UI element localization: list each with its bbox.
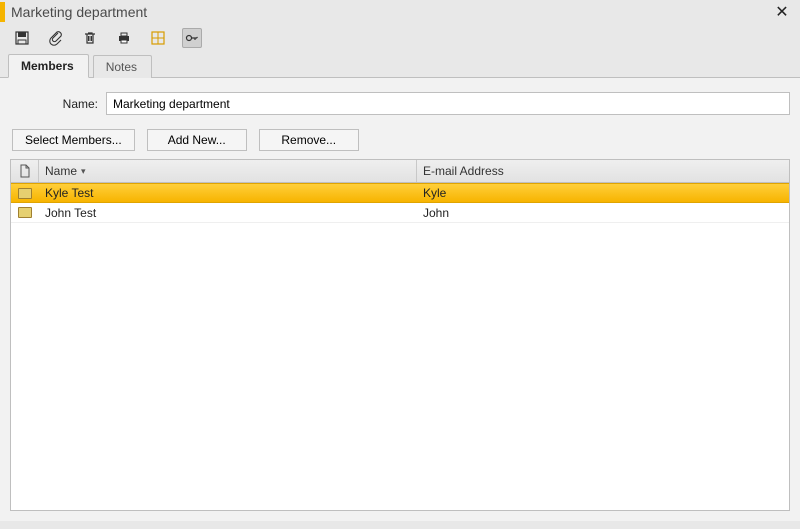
column-header-name[interactable]: Name ▾ — [39, 160, 417, 182]
add-new-button[interactable]: Add New... — [147, 129, 247, 151]
name-label: Name: — [10, 97, 106, 111]
contact-icon — [18, 188, 32, 199]
layout-icon[interactable] — [148, 28, 168, 48]
document-icon — [19, 164, 31, 178]
select-members-button[interactable]: Select Members... — [12, 129, 135, 151]
app-icon — [0, 2, 5, 22]
sort-desc-icon: ▾ — [81, 166, 86, 177]
column-header-email[interactable]: E-mail Address — [417, 160, 789, 182]
table-body: Kyle Test Kyle John Test John — [11, 183, 789, 510]
name-input[interactable] — [106, 92, 790, 115]
contact-icon — [18, 207, 32, 218]
column-header-icon[interactable] — [11, 160, 39, 182]
attachment-icon[interactable] — [46, 28, 66, 48]
delete-icon[interactable] — [80, 28, 100, 48]
remove-button[interactable]: Remove... — [259, 129, 359, 151]
close-icon: ✕ — [775, 2, 788, 22]
tab-members[interactable]: Members — [8, 54, 89, 78]
close-button[interactable]: ✕ — [770, 2, 794, 22]
cell-email: Kyle — [417, 186, 789, 200]
tab-notes[interactable]: Notes — [93, 55, 152, 78]
print-icon[interactable] — [114, 28, 134, 48]
members-table: Name ▾ E-mail Address Kyle Test Kyle Joh… — [10, 159, 790, 511]
column-header-email-label: E-mail Address — [423, 164, 504, 178]
window-title: Marketing department — [11, 4, 770, 20]
cell-email: John — [417, 206, 789, 220]
column-header-name-label: Name — [45, 164, 77, 178]
cell-name: John Test — [39, 206, 417, 220]
table-row[interactable]: John Test John — [11, 203, 789, 223]
key-icon[interactable] — [182, 28, 202, 48]
table-row[interactable]: Kyle Test Kyle — [11, 183, 789, 203]
toolbar — [0, 24, 800, 54]
cell-name: Kyle Test — [39, 186, 417, 200]
tab-strip: Members Notes — [0, 54, 800, 78]
save-icon[interactable] — [12, 28, 32, 48]
